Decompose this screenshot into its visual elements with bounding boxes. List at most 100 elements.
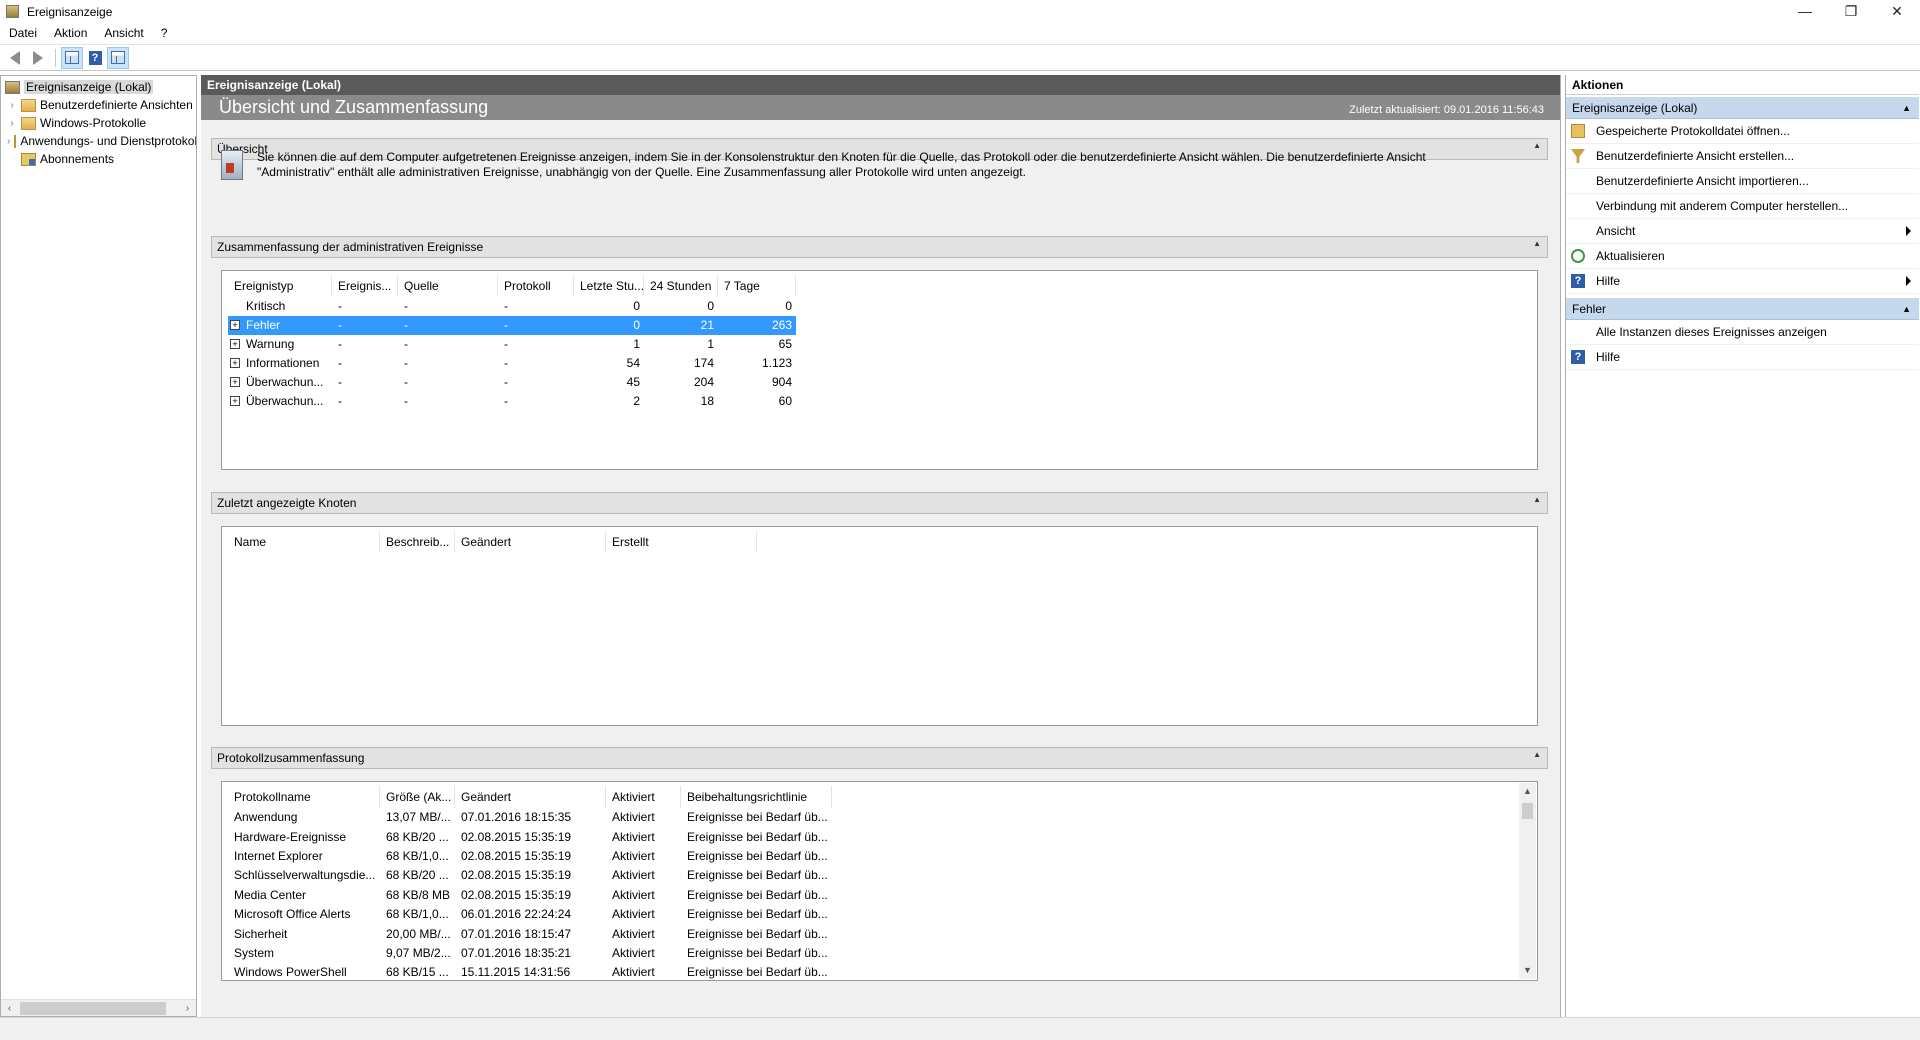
collapse-icon[interactable]: ▲ [1533,495,1541,504]
tree-item-windows-logs[interactable]: › Windows-Protokolle [1,114,196,132]
cell-changed: 06.01.2016 22:24:24 [461,907,572,922]
expand-icon[interactable]: + [230,320,240,330]
cell-changed: 15.11.2015 14:31:56 [461,965,571,980]
action-hilfe[interactable]: ? Hilfe [1566,345,1919,370]
menu-aktion[interactable]: Aktion [45,23,95,43]
actions-group-error[interactable]: Fehler ▲ [1566,298,1919,320]
column-header-size[interactable]: Größe (Ak... [380,786,455,808]
forward-button[interactable] [27,47,49,69]
chevron-right-icon[interactable]: › [7,118,17,129]
log-summary-header[interactable]: Protokollzusammenfassung ▲ [211,747,1548,769]
scroll-up-icon[interactable]: ▲ [1519,783,1536,800]
group-title: Fehler [1572,302,1607,316]
column-header-last-hour[interactable]: Letzte Stu... [574,275,644,297]
column-header-description[interactable]: Beschreib... [380,531,455,553]
column-header-source[interactable]: Quelle [398,275,498,297]
scroll-thumb[interactable] [1522,803,1533,819]
table-row[interactable]: Anwendung 13,07 MB/... 07.01.2016 18:15:35… [228,808,832,827]
cell-event-type: Informationen [246,356,320,370]
table-row[interactable]: Warnung - - - 1 1 65 + [228,335,796,354]
cell-name: Media Center [234,887,307,902]
chevron-right-icon[interactable]: › [7,136,10,147]
window-title: Ereignisanzeige [27,4,113,19]
column-header-log[interactable]: Protokoll [498,275,574,297]
tree-item-app-service-logs[interactable]: › Anwendungs- und Dienstprotokolle [1,132,196,150]
menu-help[interactable]: ? [152,23,176,43]
back-arrow-icon [10,50,20,65]
table-row[interactable]: Kritisch - - - 0 0 0 [228,297,796,316]
scroll-left-icon[interactable]: ‹ [1,1003,18,1014]
action-benutzerdefinierte-ansicht-importieren[interactable]: Benutzerdefinierte Ansicht importieren..… [1566,169,1919,194]
table-row[interactable]: Schlüsselverwaltungsdie... 68 KB/20 ... 02… [228,866,832,885]
scroll-right-icon[interactable]: › [179,1003,196,1014]
action-verbindung-mit-anderem-computer-herstellen[interactable]: Verbindung mit anderem Computer herstell… [1566,194,1919,219]
column-header-type[interactable]: Ereignistyp [228,275,332,297]
recent-nodes-header[interactable]: Zuletzt angezeigte Knoten ▲ [211,492,1548,514]
table-row[interactable]: Sicherheit 20,00 MB/... 07.01.2016 18:15:4… [228,924,832,943]
column-header-7d[interactable]: 7 Tage [718,275,796,297]
collapse-icon[interactable]: ▲ [1902,97,1911,119]
table-row[interactable]: Media Center 68 KB/8 MB 02.08.2015 15:35:1… [228,886,832,905]
table-row[interactable]: System 9,07 MB/2... 07.01.2016 18:35:21 Akt… [228,944,832,963]
collapse-icon[interactable]: ▲ [1533,750,1541,759]
expand-icon[interactable]: + [230,377,240,387]
expand-icon[interactable]: + [230,396,240,406]
actions-group-local[interactable]: Ereignisanzeige (Lokal) ▲ [1566,97,1919,119]
horizontal-scrollbar[interactable]: ‹ › [1,999,196,1016]
cell-event-id: - [338,356,342,370]
expand-icon[interactable]: + [230,358,240,368]
column-header-modified[interactable]: Geändert [455,531,606,553]
tree-item-root[interactable]: Ereignisanzeige (Lokal) [1,78,196,96]
cell-changed: 02.08.2015 15:35:19 [461,868,572,883]
show-hide-tree-button[interactable] [61,46,83,69]
expand-icon[interactable]: + [230,339,240,349]
show-hide-action-pane-button[interactable] [107,46,129,69]
back-button[interactable] [4,47,26,69]
column-header-name[interactable]: Name [228,531,380,553]
column-header-modified[interactable]: Geändert [455,786,606,808]
chevron-right-icon[interactable]: › [7,100,17,111]
column-header-24h[interactable]: 24 Stunden [644,275,718,297]
collapse-icon[interactable]: ▲ [1902,298,1911,320]
cell-source: - [404,394,408,408]
column-header-created[interactable]: Erstellt [606,531,757,553]
collapse-icon[interactable]: ▲ [1533,141,1541,150]
table-row[interactable]: Microsoft Office Alerts 68 KB/1,0... 06.01… [228,905,832,924]
restore-button[interactable]: ❐ [1828,0,1874,22]
column-header-log-name[interactable]: Protokollname [228,786,380,808]
collapse-icon[interactable]: ▲ [1533,239,1541,248]
tree-item-custom-views[interactable]: › Benutzerdefinierte Ansichten [1,96,196,114]
table-row[interactable]: Fehler - - - 0 21 263 + [228,316,796,335]
action-ansicht[interactable]: Ansicht [1566,219,1919,244]
admin-summary-header[interactable]: Zusammenfassung der administrativen Erei… [211,236,1548,258]
table-row[interactable]: Informationen - - - 54 174 1.123 + [228,354,796,373]
action-gespeicherte-protokolldatei-ffnen[interactable]: Gespeicherte Protokolldatei öffnen... [1566,119,1919,144]
table-row[interactable]: Internet Explorer 68 KB/1,0... 02.08.2015 … [228,847,832,866]
table-row[interactable]: Überwachun... - - -45 204 904 + [228,373,796,392]
table-row[interactable]: Windows PowerShell 68 KB/15 ... 15.11.2015… [228,963,832,982]
column-header-event-id[interactable]: Ereignis... [332,275,398,297]
tree-item-subscriptions[interactable]: Abonnements [1,150,196,168]
close-button[interactable]: ✕ [1874,0,1920,22]
vertical-scrollbar[interactable]: ▲ ▼ [1519,783,1536,979]
minimize-button[interactable]: — [1782,0,1828,22]
refresh-icon [1571,249,1585,263]
column-header-retention[interactable]: Beibehaltungsrichtlinie [681,786,832,808]
action-benutzerdefinierte-ansicht-erstellen[interactable]: Benutzerdefinierte Ansicht erstellen... [1566,144,1919,169]
action-hilfe[interactable]: ? Hilfe [1566,269,1919,294]
cell-24h: 21 [700,318,714,332]
tree-item-label: Abonnements [40,152,115,166]
scroll-down-icon[interactable]: ▼ [1519,962,1536,979]
action-alle-instanzen-dieses-ereignisses-anzeigen[interactable]: Alle Instanzen dieses Ereignisses anzeig… [1566,320,1919,345]
table-row[interactable]: Überwachun... - - -2 18 60 + [228,392,796,411]
action-aktualisieren[interactable]: Aktualisieren [1566,244,1919,269]
help-button[interactable]: ? [84,47,106,69]
cell-last-hour: 0 [633,318,640,332]
column-header-enabled[interactable]: Aktiviert [606,786,681,808]
cell-event-id: - [338,299,342,313]
menu-datei[interactable]: Datei [0,23,45,43]
cell-enabled: Aktiviert [612,926,655,941]
table-row[interactable]: Hardware-Ereignisse 68 KB/20 ... 02.08.201… [228,827,832,846]
scroll-thumb[interactable] [20,1001,166,1015]
menu-ansicht[interactable]: Ansicht [95,23,151,43]
